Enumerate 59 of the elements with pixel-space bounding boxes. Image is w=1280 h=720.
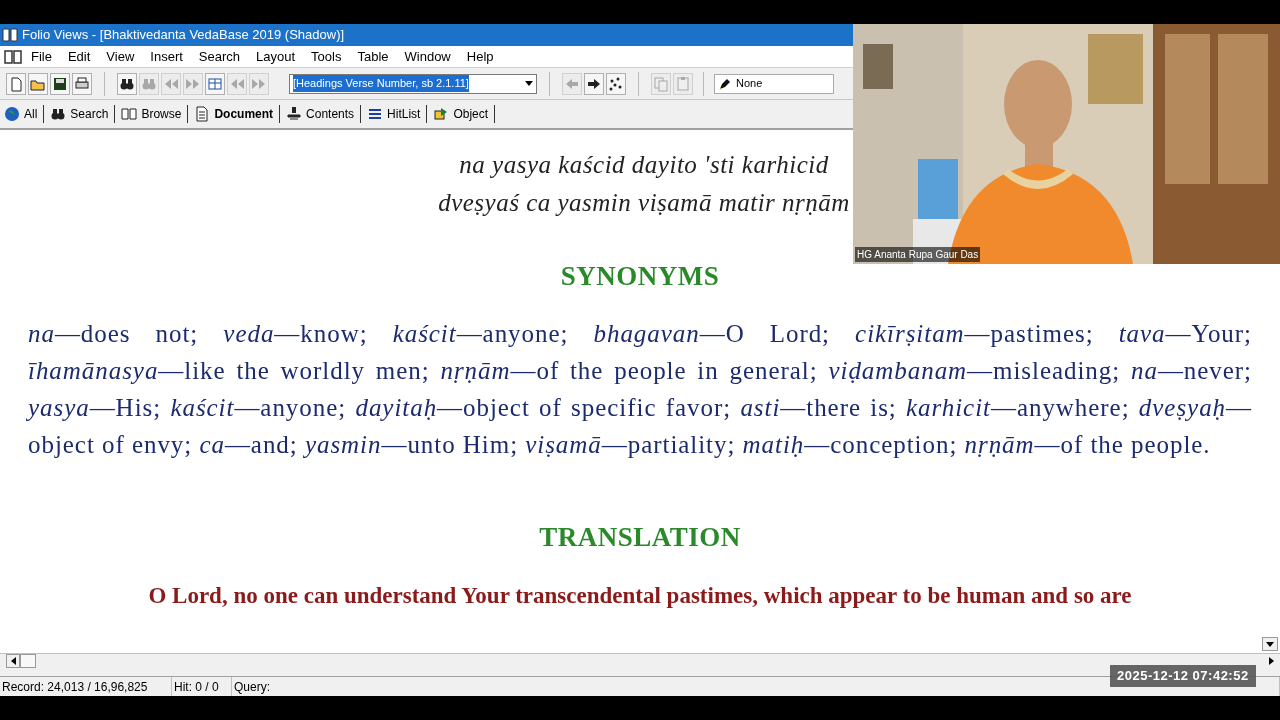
scrollbar-thumb[interactable]	[20, 654, 36, 668]
video-caption: HG Ananta Rupa Gaur Das	[855, 247, 981, 262]
book-icon	[121, 106, 138, 122]
view-tab[interactable]: Search	[50, 105, 116, 123]
printer-button[interactable]	[72, 72, 92, 95]
menu-item[interactable]: Table	[350, 46, 396, 67]
menu-item[interactable]: Tools	[304, 46, 349, 67]
menu-item[interactable]: Insert	[143, 46, 190, 67]
scroll-left-button[interactable]	[6, 654, 20, 668]
verse-line: dveṣyaś ca yasmin viṣamā matir nṛṇām	[438, 188, 850, 218]
level-dropdown[interactable]: [Headings Verse Number, sb 2.1.11]	[289, 73, 537, 94]
record-count: Record: 24,013 / 16,96,825	[0, 677, 172, 696]
tree-icon	[286, 106, 303, 122]
scroll-down-button[interactable]	[1262, 637, 1278, 651]
book-icon	[2, 27, 18, 43]
dropdown-arrow-icon[interactable]	[525, 81, 533, 86]
highlighter-field[interactable]: None	[714, 73, 834, 94]
menu-item[interactable]: Edit	[60, 46, 98, 67]
view-tab[interactable]: HitList	[367, 105, 428, 123]
clipboard-icon	[675, 75, 691, 92]
dots-button[interactable]	[606, 72, 626, 95]
caret-left-icon[interactable]	[10, 657, 16, 665]
view-tab[interactable]: Document	[194, 105, 281, 123]
folder-button[interactable]	[28, 72, 48, 95]
document-icon	[194, 106, 211, 122]
view-tab[interactable]: Contents	[286, 105, 362, 123]
menu-item[interactable]: Layout	[249, 46, 303, 67]
menu-item[interactable]: Search	[191, 46, 248, 67]
right-arrow-button[interactable]	[584, 72, 604, 95]
caret-down-icon[interactable]	[1266, 641, 1274, 647]
page-icon	[8, 75, 24, 92]
section-heading: SYNONYMS	[559, 260, 721, 293]
page-button[interactable]	[6, 72, 26, 95]
floppy-button[interactable]	[50, 72, 70, 95]
hit-count: Hit: 0 / 0	[172, 677, 232, 696]
binoculars-icon	[50, 106, 67, 122]
section-heading: TRANSLATION	[538, 520, 742, 554]
panes-button[interactable]	[205, 72, 225, 95]
copy-icon	[653, 75, 669, 92]
view-tab[interactable]: All	[4, 105, 45, 123]
list-icon	[367, 106, 384, 122]
highlighter-icon	[718, 76, 732, 91]
translation-text: O Lord, no one can understand Your transcendental pastimes, which appear to be human and so are	[148, 582, 1132, 610]
floppy-icon	[52, 75, 68, 92]
synonyms-paragraph: na—does not; veda—know; kaścit—anyone; bhagavan—O Lord; cikīrṣitam—pastimes; tava—Your; īhamānasya—like the worldly men; nṛṇām—of the people in general; viḍambanam—misleading; na—never; yasya—His; kaścit—anyone; dayitaḥ—object of specific favor; asti—there is; karhicit—anywhere; dveṣyaḥ—object of envy; ca—and; yasmin—unto Him; viṣamā—partiality; matiḥ—conception; nṛṇām—of the people.	[28, 318, 1252, 460]
scroll-right-icon[interactable]	[1269, 657, 1274, 665]
printer-icon	[74, 75, 90, 92]
window-title: Folio Views - [Bhaktivedanta VedaBase 2019 (Shadow)]	[22, 26, 345, 45]
panes-icon	[207, 75, 223, 92]
menu-item[interactable]: Window	[397, 46, 458, 67]
view-tab[interactable]: Browse	[121, 105, 189, 123]
menu-item[interactable]: File	[24, 46, 59, 67]
binoculars-button[interactable]	[117, 72, 137, 95]
globe-icon	[4, 106, 20, 122]
menu-item[interactable]: View	[99, 46, 142, 67]
dots-icon	[608, 75, 624, 92]
verse-line: na yasya kaścid dayito 'sti karhicid	[459, 150, 829, 180]
view-tab[interactable]: Object	[433, 105, 496, 123]
menu-item[interactable]: Help	[459, 46, 501, 67]
